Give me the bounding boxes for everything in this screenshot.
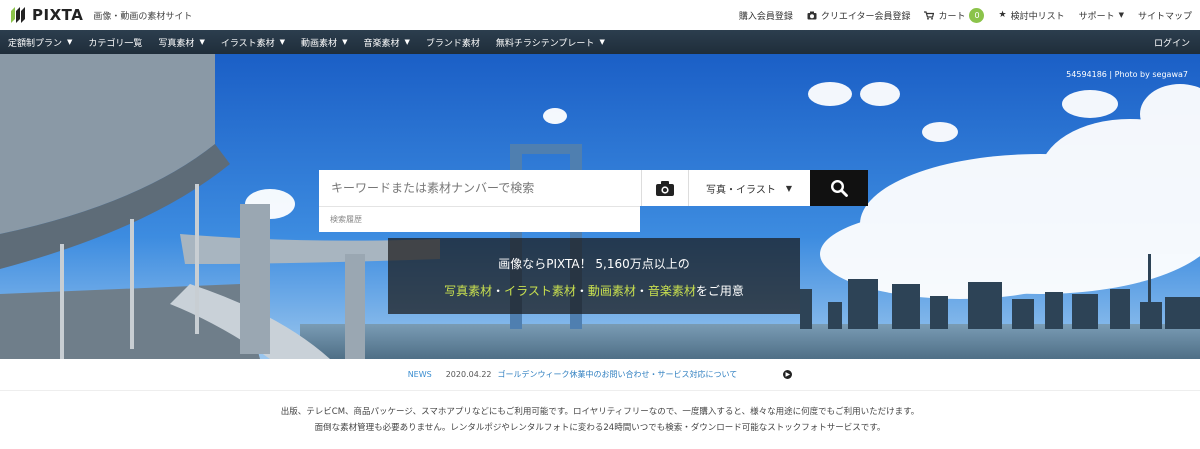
- promo-box: 画像ならPIXTA！ 5,160万点以上の 写真素材・イラスト素材・動画素材・音…: [388, 238, 800, 314]
- promo-photo-link[interactable]: 写真素材: [444, 284, 492, 298]
- nav-item-categories[interactable]: カテゴリ一覧: [80, 30, 150, 54]
- promo-illust-link[interactable]: イラスト素材: [504, 284, 576, 298]
- support-menu[interactable]: サポート ▼: [1079, 9, 1124, 22]
- caret-down-icon: ▼: [599, 38, 605, 46]
- cart-count-badge: 0: [969, 7, 985, 23]
- caret-down-icon: ▼: [1118, 11, 1124, 19]
- buyer-register-link[interactable]: 購入会員登録: [739, 9, 793, 22]
- search-button[interactable]: [810, 170, 868, 206]
- nav-item-video[interactable]: 動画素材 ▼: [293, 30, 355, 54]
- news-link[interactable]: ゴールデンウィーク休業中のお問い合わせ・サービス対応について: [498, 369, 738, 380]
- search-bar: 写真・イラスト ▼: [319, 170, 868, 206]
- description-line-2: 面倒な素材管理も必要ありません。レンタルポジやレンタルフォトに変わる24時間いつ…: [314, 423, 886, 433]
- main-nav: 定額制プラン ▼ カテゴリ一覧 写真素材 ▼ イラスト素材 ▼ 動画素材 ▼ 音楽素材 ▼…: [0, 30, 1200, 54]
- watchlist-link[interactable]: ★ 検討中リスト: [998, 9, 1064, 22]
- search-icon: [830, 179, 848, 197]
- caret-down-icon: ▼: [404, 38, 410, 46]
- promo-video-link[interactable]: 動画素材: [588, 284, 636, 298]
- photo-credit: 54594186 | Photo by segawa7: [1066, 70, 1188, 79]
- nav-item-photo[interactable]: 写真素材 ▼: [150, 30, 212, 54]
- star-icon: ★: [998, 10, 1007, 20]
- nav-item-plan[interactable]: 定額制プラン ▼: [0, 30, 80, 54]
- chevron-right-icon[interactable]: ▶: [783, 370, 793, 379]
- login-link[interactable]: ログイン: [1154, 30, 1190, 54]
- tagline: 画像・動画の素材サイト: [93, 11, 193, 22]
- camera-icon: [655, 180, 674, 196]
- material-type-select[interactable]: 写真・イラスト ▼: [688, 170, 809, 206]
- hero-banner: 54594186 | Photo by segawa7 写真・イラスト ▼ 検索…: [0, 54, 1200, 359]
- caret-down-icon: ▼: [785, 183, 792, 193]
- cart-link[interactable]: カート 0: [924, 7, 985, 23]
- description-line-1: 出版、テレビCM、商品パッケージ、スマホアプリなどにもご利用可能です。ロイヤリテ…: [280, 407, 920, 417]
- news-label: NEWS: [407, 370, 432, 379]
- nav-item-brand[interactable]: ブランド素材: [418, 30, 488, 54]
- creator-register-link[interactable]: クリエイター会員登録: [807, 9, 910, 22]
- news-bar: NEWS 2020.04.22 ゴールデンウィーク休業中のお問い合わせ・サービス…: [0, 359, 1200, 391]
- caret-down-icon: ▼: [279, 38, 286, 46]
- search-history[interactable]: 検索履歴: [319, 206, 640, 232]
- caret-down-icon: ▼: [342, 38, 348, 46]
- logo[interactable]: PIXTA: [10, 6, 83, 24]
- cart-icon: [924, 10, 935, 20]
- camera-icon: [807, 11, 817, 19]
- search-input[interactable]: [319, 170, 639, 206]
- sitemap-link[interactable]: サイトマップ: [1138, 9, 1192, 22]
- image-search-button[interactable]: [641, 170, 687, 206]
- nav-item-music[interactable]: 音楽素材 ▼: [355, 30, 417, 54]
- top-bar: PIXTA 画像・動画の素材サイト 購入会員登録 クリエイター会員登録 カート …: [0, 0, 1200, 30]
- promo-line-2: 写真素材・イラスト素材・動画素材・音楽素材をご用意: [444, 284, 744, 298]
- logo-text: PIXTA: [32, 6, 84, 24]
- promo-music-link[interactable]: 音楽素材: [648, 284, 696, 298]
- header-links: 購入会員登録 クリエイター会員登録 カート 0 ★ 検討中リスト サポート ▼ …: [739, 0, 1192, 30]
- news-date: 2020.04.22: [445, 370, 492, 379]
- caret-down-icon: ▼: [199, 38, 205, 46]
- pixta-logo-icon: [11, 7, 25, 23]
- site-description: 出版、テレビCM、商品パッケージ、スマホアプリなどにもご利用可能です。ロイヤリテ…: [0, 404, 1200, 436]
- nav-item-illust[interactable]: イラスト素材 ▼: [213, 30, 293, 54]
- nav-item-flyer[interactable]: 無料チラシテンプレート ▼: [488, 30, 613, 54]
- promo-line-1: 画像ならPIXTA！ 5,160万点以上の: [498, 257, 690, 271]
- caret-down-icon: ▼: [67, 38, 73, 46]
